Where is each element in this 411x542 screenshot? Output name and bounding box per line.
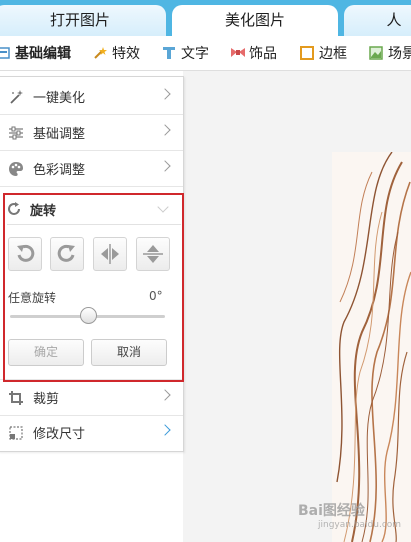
top-tab-bar: 打开图片 美化图片 人 (0, 0, 411, 36)
sliders-icon (8, 125, 24, 141)
panel-item-label: 一键美化 (33, 91, 86, 106)
toolbar-text[interactable]: 文字 (162, 36, 209, 70)
photo-canvas[interactable] (332, 152, 411, 542)
toolbar-accessories[interactable]: 饰品 (230, 36, 277, 70)
chevron-right-icon (159, 160, 171, 172)
toolbar-effects[interactable]: 特效 (93, 36, 140, 70)
rotate-highlight-box (3, 193, 184, 382)
text-t-icon (162, 46, 176, 60)
toolbar-label: 边框 (319, 46, 347, 62)
basic-edit-icon (0, 46, 10, 60)
toolbar-basic-edit[interactable]: 基础编辑 (0, 36, 71, 70)
panel-item-one-click-beautify[interactable]: 一键美化 (0, 79, 183, 115)
tab-beautify-image[interactable]: 美化图片 (172, 5, 338, 36)
resize-icon (8, 425, 24, 441)
magic-wand-icon (93, 46, 107, 60)
panel-item-label: 裁剪 (33, 392, 60, 407)
panel-item-basic-adjust[interactable]: 基础调整 (0, 115, 183, 151)
panel-item-color-adjust[interactable]: 色彩调整 (0, 151, 183, 187)
toolbar-label: 特效 (112, 46, 140, 62)
chevron-right-icon (159, 424, 171, 436)
tab-portrait[interactable]: 人 (344, 5, 411, 36)
toolbar-label: 文字 (181, 46, 209, 62)
feature-toolbar: 基础编辑 特效 文字 饰品 边框 场景 (0, 36, 411, 71)
frame-icon (300, 46, 314, 60)
toolbar-scene[interactable]: 场景 (369, 36, 411, 70)
wand-sparkle-icon (8, 89, 24, 105)
bow-icon (230, 46, 245, 60)
chevron-right-icon (159, 88, 171, 100)
panel-item-resize[interactable]: 修改尺寸 (0, 415, 183, 450)
tab-open-image[interactable]: 打开图片 (0, 5, 166, 36)
panel-item-label: 色彩调整 (33, 163, 86, 178)
toolbar-frame[interactable]: 边框 (300, 36, 347, 70)
toolbar-label: 基础编辑 (15, 46, 71, 62)
scene-icon (369, 46, 383, 60)
palette-icon (8, 161, 24, 177)
hair-image (336, 152, 411, 542)
crop-icon (8, 390, 24, 406)
watermark: Bai图经验 (298, 503, 365, 519)
panel-item-label: 基础调整 (33, 127, 86, 142)
toolbar-label: 场景 (388, 46, 411, 62)
watermark-url: jingyan.baidu.com (318, 520, 402, 530)
chevron-right-icon (159, 124, 171, 136)
toolbar-label: 饰品 (249, 46, 277, 62)
panel-item-label: 修改尺寸 (33, 427, 86, 442)
panel-item-crop[interactable]: 裁剪 (0, 379, 183, 416)
chevron-right-icon (159, 389, 171, 401)
